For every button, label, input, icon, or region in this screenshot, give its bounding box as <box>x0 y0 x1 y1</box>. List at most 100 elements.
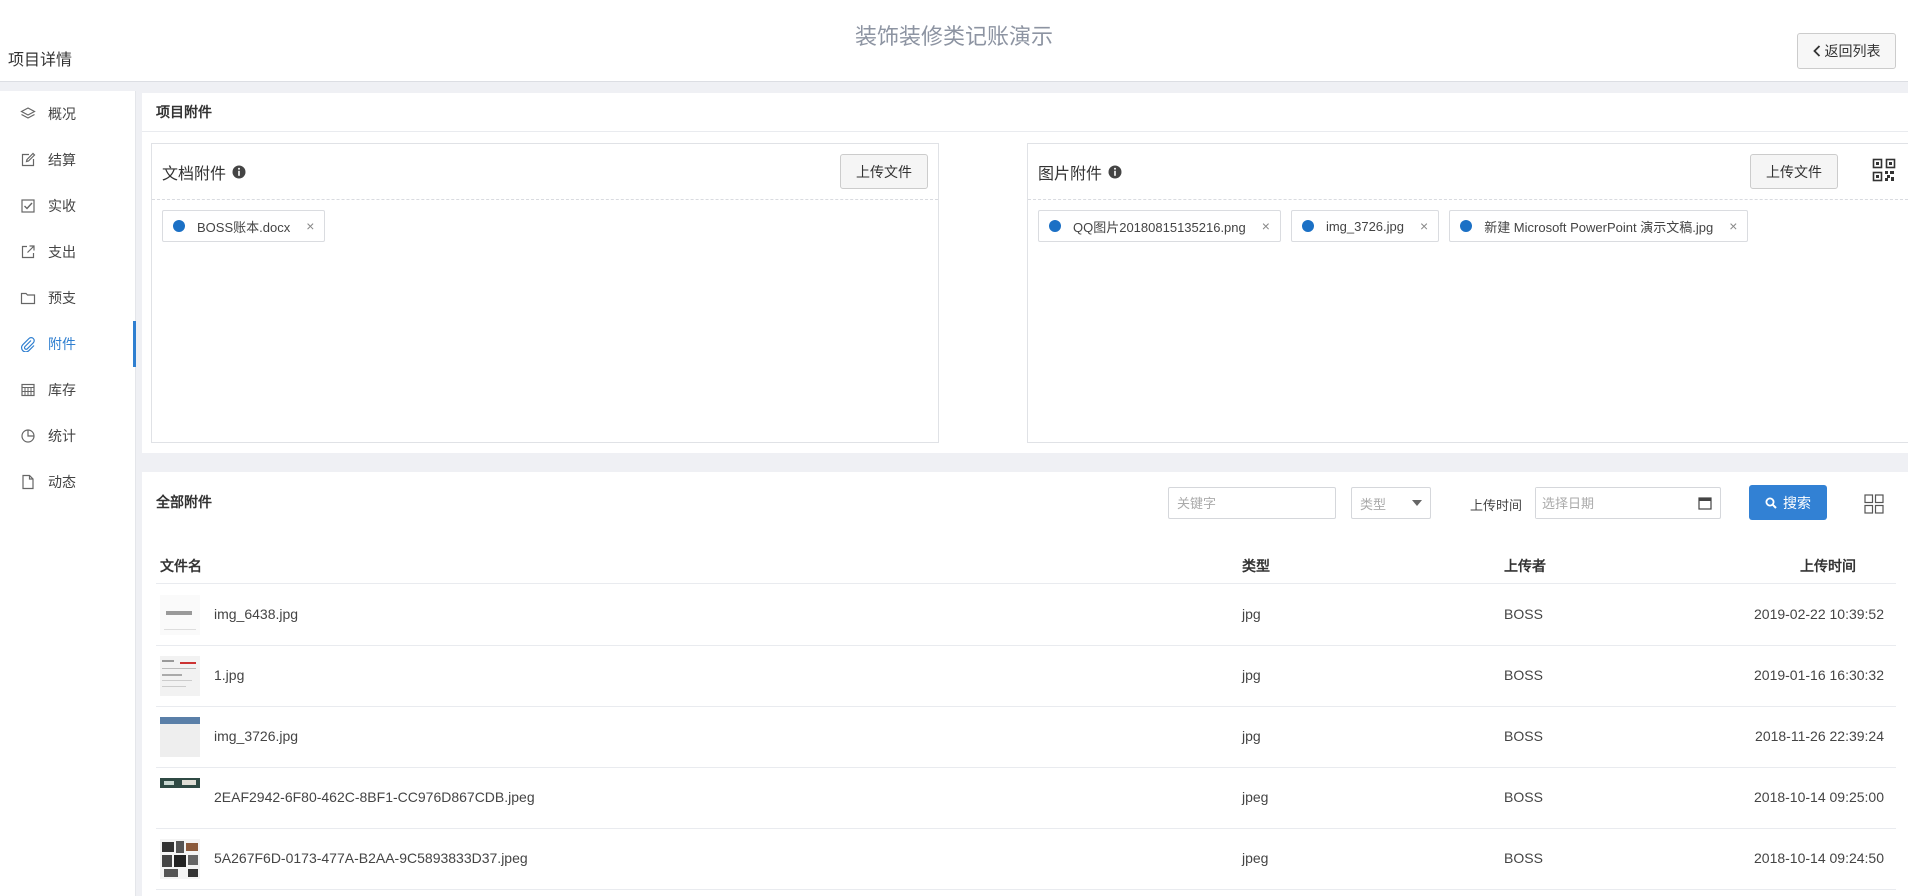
date-picker[interactable] <box>1535 487 1721 519</box>
sidebar-item-label: 概况 <box>48 106 76 122</box>
search-icon <box>1765 497 1777 509</box>
remove-file-icon[interactable]: × <box>1420 218 1428 234</box>
file-name[interactable]: 1.jpg <box>214 667 244 683</box>
file-upload-time: 2019-01-16 16:30:32 <box>1754 667 1884 683</box>
pie-chart-icon <box>21 429 35 443</box>
file-name[interactable]: 5A267F6D-0173-477A-B2AA-9C5893833D37.jpe… <box>214 850 528 866</box>
file-type: jpeg <box>1242 850 1269 866</box>
search-button-label: 搜索 <box>1783 494 1811 511</box>
grid-view-icon[interactable] <box>1864 494 1884 514</box>
file-chip[interactable]: img_3726.jpg × <box>1290 210 1440 242</box>
sidebar-item-label: 库存 <box>48 382 76 398</box>
file-name[interactable]: 2EAF2942-6F80-462C-8BF1-CC976D867CDB.jpe… <box>214 789 535 805</box>
file-uploader: BOSS <box>1504 728 1543 744</box>
date-input[interactable] <box>1536 488 1686 518</box>
file-uploader: BOSS <box>1504 789 1543 805</box>
image-attachments-header: 图片附件 上传文件 <box>1028 144 1908 200</box>
sidebar-item-settlement[interactable]: 结算 <box>0 137 135 183</box>
file-chip-name: BOSS账本.docx <box>197 219 291 235</box>
external-link-icon <box>21 245 35 259</box>
table-row[interactable]: img_3726.jpg jpg BOSS 2018-11-26 22:39:2… <box>156 707 1896 768</box>
file-name[interactable]: img_6438.jpg <box>214 606 298 622</box>
file-upload-time: 2018-11-26 22:39:24 <box>1755 728 1884 744</box>
search-button[interactable]: 搜索 <box>1749 485 1827 520</box>
upload-document-button[interactable]: 上传文件 <box>840 154 928 189</box>
sidebar-item-label: 预支 <box>48 290 76 306</box>
column-header-time[interactable]: 上传时间 <box>1800 556 1856 576</box>
calendar-grid-icon <box>21 383 35 397</box>
table-row[interactable]: 5A267F6D-0173-477A-B2AA-9C5893833D37.jpe… <box>156 829 1896 890</box>
chevron-left-icon <box>1812 45 1820 57</box>
remove-file-icon[interactable]: × <box>1262 218 1270 234</box>
sidebar-item-label: 统计 <box>48 428 76 444</box>
layers-icon <box>20 107 36 119</box>
sidebar-item-expense[interactable]: 支出 <box>0 229 135 275</box>
file-uploader: BOSS <box>1504 606 1543 622</box>
remove-file-icon[interactable]: × <box>1729 218 1737 234</box>
image-file-list: QQ图片20180815135216.png × img_3726.jpg × … <box>1028 200 1908 252</box>
back-to-list-button[interactable]: 返回列表 <box>1797 33 1896 69</box>
sidebar: 概况 结算 实收 支出 预支 附件 库存 统计 动态 <box>0 91 136 896</box>
document-attachments-header: 文档附件 上传文件 <box>152 144 938 200</box>
folder-icon <box>20 292 36 305</box>
sidebar-item-label: 结算 <box>48 152 76 168</box>
file-thumbnail <box>160 656 200 696</box>
remove-file-icon[interactable]: × <box>306 218 314 234</box>
document-attachments-title: 文档附件 <box>162 165 227 183</box>
file-upload-time: 2018-10-14 09:24:50 <box>1754 850 1884 866</box>
table-row[interactable]: 1.jpg jpg BOSS 2019-01-16 16:30:32 <box>156 646 1896 707</box>
file-chip[interactable]: QQ图片20180815135216.png × <box>1038 210 1281 242</box>
file-type: jpeg <box>1242 789 1269 805</box>
file-icon <box>22 474 34 490</box>
column-header-name[interactable]: 文件名 <box>160 556 202 576</box>
sidebar-item-label: 支出 <box>48 244 76 260</box>
column-header-type[interactable]: 类型 <box>1242 556 1270 576</box>
sidebar-item-label: 实收 <box>48 198 76 214</box>
table-row[interactable]: img_6438.jpg jpg BOSS 2019-02-22 10:39:5… <box>156 585 1896 646</box>
sidebar-item-inventory[interactable]: 库存 <box>0 367 135 413</box>
file-type: jpg <box>1242 667 1261 683</box>
table-header: 文件名 类型 上传者 上传时间 <box>156 544 1896 584</box>
paperclip-icon <box>20 337 35 352</box>
image-attachments-box: 图片附件 上传文件 QQ图片20180815135216.png × img_3… <box>1027 143 1908 443</box>
sidebar-item-attachments[interactable]: 附件 <box>0 321 136 367</box>
file-chip[interactable]: BOSS账本.docx × <box>162 210 326 242</box>
top-header: 项目详情 装饰装修类记账演示 返回列表 <box>0 0 1908 82</box>
edit-icon <box>21 152 36 167</box>
file-upload-time: 2018-10-14 09:25:00 <box>1754 789 1884 805</box>
sidebar-item-statistics[interactable]: 统计 <box>0 413 135 459</box>
all-attachments-panel: 全部附件 类型 上传时间 搜索 文件名 类型 上传者 上传时间 img_6438… <box>142 472 1908 896</box>
table-row[interactable]: 2EAF2942-6F80-462C-8BF1-CC976D867CDB.jpe… <box>156 768 1896 829</box>
file-type: jpg <box>1242 606 1261 622</box>
upload-time-label: 上传时间 <box>1470 498 1523 513</box>
sidebar-item-advance[interactable]: 预支 <box>0 275 135 321</box>
project-attachments-panel: 项目附件 文档附件 上传文件 BOSS账本.docx × 图片附件 上传文件 Q… <box>142 93 1908 453</box>
upload-image-button[interactable]: 上传文件 <box>1750 154 1838 189</box>
sidebar-item-received[interactable]: 实收 <box>0 183 135 229</box>
type-select[interactable]: 类型 <box>1351 487 1431 519</box>
sidebar-item-label: 附件 <box>48 336 76 352</box>
file-dot-icon <box>1460 220 1473 232</box>
back-to-list-label: 返回列表 <box>1824 43 1881 59</box>
sidebar-item-overview[interactable]: 概况 <box>0 91 135 137</box>
file-dot-icon <box>1049 220 1061 232</box>
info-icon[interactable] <box>1108 165 1122 179</box>
file-thumbnail <box>160 778 200 818</box>
file-chip[interactable]: 新建 Microsoft PowerPoint 演示文稿.jpg × <box>1449 210 1749 242</box>
qr-code-icon[interactable] <box>1872 158 1896 182</box>
column-header-uploader[interactable]: 上传者 <box>1504 556 1546 576</box>
calendar-icon[interactable] <box>1698 496 1712 510</box>
file-uploader: BOSS <box>1504 667 1543 683</box>
image-attachments-title: 图片附件 <box>1038 165 1103 183</box>
file-name[interactable]: img_3726.jpg <box>214 728 298 744</box>
file-table: img_6438.jpg jpg BOSS 2019-02-22 10:39:5… <box>156 585 1896 890</box>
file-chip-name: QQ图片20180815135216.png <box>1073 219 1246 235</box>
file-type: jpg <box>1242 728 1261 744</box>
caret-down-icon <box>1412 500 1422 506</box>
info-icon[interactable] <box>232 165 246 179</box>
keyword-input[interactable] <box>1168 487 1336 519</box>
file-thumbnail <box>160 717 200 757</box>
sidebar-item-label: 动态 <box>48 474 76 490</box>
file-uploader: BOSS <box>1504 850 1543 866</box>
sidebar-item-activity[interactable]: 动态 <box>0 459 135 505</box>
